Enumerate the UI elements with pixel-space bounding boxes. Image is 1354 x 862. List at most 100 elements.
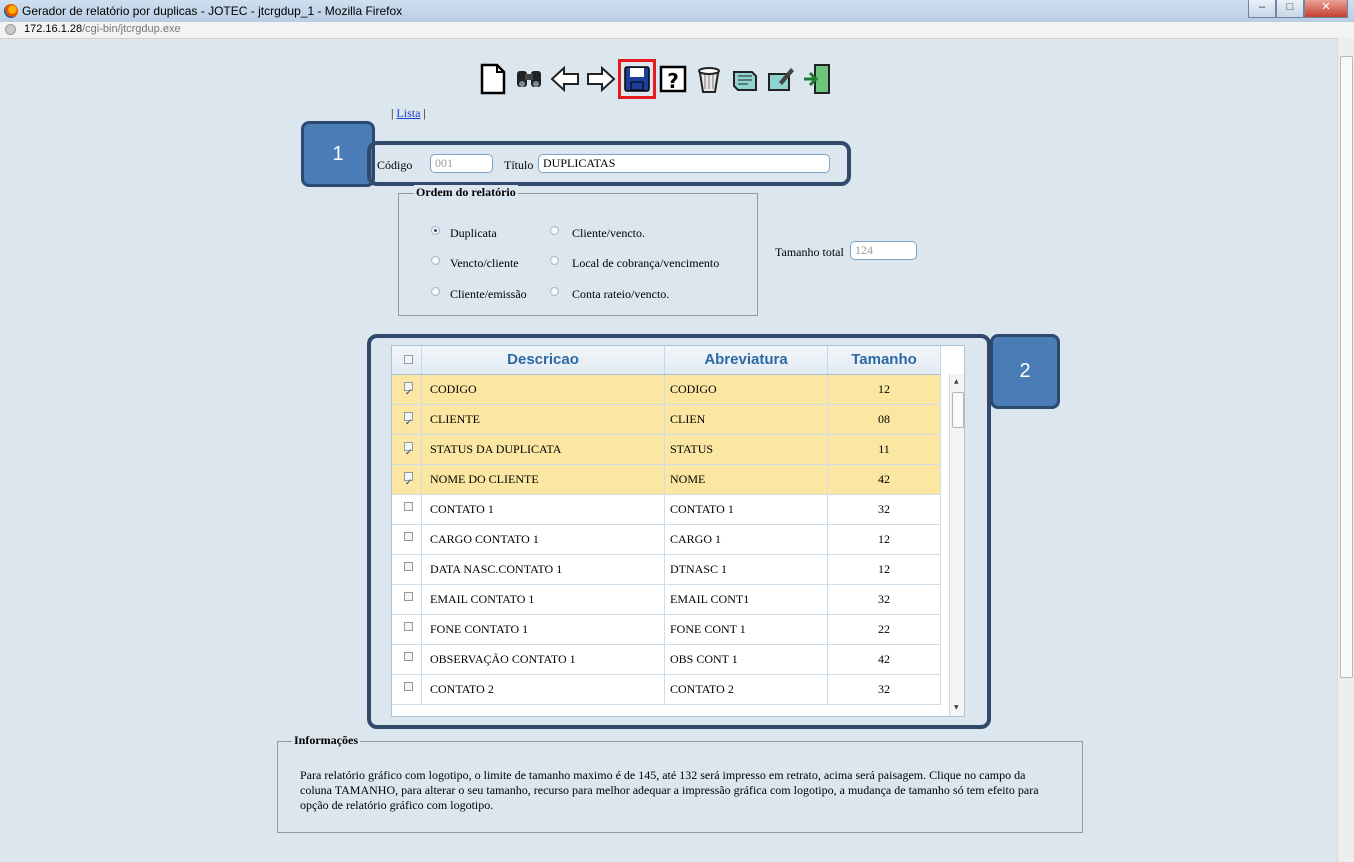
page-scrollbar[interactable] (1337, 38, 1354, 862)
table-row[interactable]: OBSERVAÇÃO CONTATO 1 OBS CONT 1 42 (392, 645, 941, 675)
cell-descricao: CONTATO 2 (422, 675, 665, 704)
row-checkbox[interactable] (404, 379, 413, 404)
table-row[interactable]: DATA NASC.CONTATO 1 DTNASC 1 12 (392, 555, 941, 585)
notes-icon[interactable] (729, 62, 761, 96)
url-host: 172.16.1.28 (24, 23, 83, 35)
save-icon[interactable] (618, 59, 656, 99)
address-bar[interactable]: 172.16.1.28/cgi-bin/jtcrgdup.exe (0, 22, 1354, 39)
cell-tamanho[interactable]: 32 (828, 495, 941, 524)
row-checkbox-cell (392, 525, 422, 554)
close-button[interactable]: ✕ (1304, 0, 1348, 18)
row-checkbox[interactable] (404, 682, 413, 691)
cell-tamanho[interactable]: 22 (828, 615, 941, 644)
table-row[interactable]: CLIENTECLIEN08 (392, 405, 941, 435)
radio-vencto-cliente-label: Vencto/cliente (450, 256, 519, 270)
table-row[interactable]: CARGO CONTATO 1 CARGO 1 12 (392, 525, 941, 555)
row-checkbox-cell (392, 585, 422, 614)
nav-separator: | (423, 106, 426, 120)
header-abreviatura[interactable]: Abreviatura (665, 346, 828, 374)
minimize-button[interactable]: – (1248, 0, 1276, 18)
row-checkbox[interactable] (404, 469, 413, 494)
cell-tamanho[interactable]: 11 (828, 435, 941, 464)
row-checkbox[interactable] (404, 562, 413, 571)
cell-abreviatura: CONTATO 2 (665, 675, 828, 704)
window-titlebar: Gerador de relatório por duplicas - JOTE… (0, 0, 1354, 23)
select-all-checkbox[interactable] (404, 355, 413, 364)
search-icon[interactable] (513, 62, 545, 96)
scroll-down-icon[interactable]: ▼ (954, 704, 959, 711)
cell-descricao: OBSERVAÇÃO CONTATO 1 (422, 645, 665, 674)
radio-cliente-vencto[interactable] (550, 226, 559, 235)
callout-1: 1 (301, 121, 375, 187)
radio-local-cobranca-label: Local de cobrança/vencimento (572, 256, 720, 270)
table-row[interactable]: STATUS DA DUPLICATASTATUS11 (392, 435, 941, 465)
table-row[interactable]: CONTATO 2 CONTATO 2 32 (392, 675, 941, 705)
cell-abreviatura: FONE CONT 1 (665, 615, 828, 644)
cell-tamanho[interactable]: 12 (828, 525, 941, 554)
forward-icon[interactable] (585, 62, 617, 96)
ordem-legend: Ordem do relatório (414, 185, 518, 200)
cell-abreviatura: OBS CONT 1 (665, 645, 828, 674)
radio-conta-rateio[interactable] (550, 287, 559, 296)
row-checkbox[interactable] (404, 592, 413, 601)
row-checkbox[interactable] (404, 532, 413, 541)
radio-conta-rateio-label: Conta rateio/vencto. (572, 287, 670, 301)
row-checkbox[interactable] (404, 409, 413, 434)
cell-tamanho[interactable]: 08 (828, 405, 941, 434)
page-scrollbar-thumb[interactable] (1340, 56, 1353, 678)
cell-tamanho[interactable]: 32 (828, 675, 941, 704)
fields-grid: Descricao Abreviatura Tamanho CODIGOCODI… (391, 345, 965, 717)
new-icon[interactable] (477, 62, 509, 96)
info-fieldset: Informações Para relatório gráfico com l… (277, 733, 1083, 833)
tamanho-total-field[interactable] (850, 241, 917, 260)
window-controls: – □ ✕ (1248, 0, 1348, 18)
radio-local-cobranca[interactable] (550, 256, 559, 265)
row-checkbox[interactable] (404, 502, 413, 511)
table-row[interactable]: CONTATO 1 CONTATO 1 32 (392, 495, 941, 525)
exit-icon[interactable] (801, 62, 833, 96)
nav-separator: | (391, 106, 394, 120)
cell-abreviatura: CARGO 1 (665, 525, 828, 554)
scroll-up-icon[interactable]: ▲ (954, 378, 959, 385)
table-row[interactable]: NOME DO CLIENTENOME42 (392, 465, 941, 495)
row-checkbox[interactable] (404, 652, 413, 661)
cell-tamanho[interactable]: 32 (828, 585, 941, 614)
cell-tamanho[interactable]: 42 (828, 465, 941, 494)
radio-duplicata-label: Duplicata (450, 226, 497, 240)
edit-icon[interactable] (765, 62, 797, 96)
info-text: Para relatório gráfico com logotipo, o l… (300, 768, 1039, 812)
table-row[interactable]: FONE CONTATO 1 FONE CONT 1 22 (392, 615, 941, 645)
globe-icon (5, 24, 16, 35)
row-checkbox[interactable] (404, 439, 413, 464)
svg-text:?: ? (667, 69, 679, 93)
lista-link[interactable]: Lista (396, 106, 420, 120)
cell-descricao: CARGO CONTATO 1 (422, 525, 665, 554)
radio-vencto-cliente[interactable] (431, 256, 440, 265)
radio-cliente-emissao[interactable] (431, 287, 440, 296)
codigo-field[interactable] (430, 154, 493, 173)
radio-duplicata[interactable] (431, 226, 440, 235)
delete-icon[interactable] (693, 62, 725, 96)
tamanho-total-label: Tamanho total (775, 245, 844, 259)
firefox-icon (4, 4, 18, 18)
grid-scrollbar-thumb[interactable] (952, 392, 964, 428)
radio-cliente-vencto-label: Cliente/vencto. (572, 226, 645, 240)
cell-tamanho[interactable]: 12 (828, 375, 941, 404)
header-tamanho[interactable]: Tamanho (828, 346, 941, 374)
table-row[interactable]: EMAIL CONTATO 1 EMAIL CONT1 32 (392, 585, 941, 615)
row-checkbox-cell (392, 465, 422, 494)
cell-abreviatura: CONTATO 1 (665, 495, 828, 524)
maximize-button[interactable]: □ (1276, 0, 1304, 18)
header-descricao[interactable]: Descricao (422, 346, 665, 374)
help-icon[interactable]: ? (657, 62, 689, 96)
header-select-all[interactable] (392, 346, 422, 374)
back-icon[interactable] (549, 62, 581, 96)
cell-tamanho[interactable]: 42 (828, 645, 941, 674)
cell-descricao: DATA NASC.CONTATO 1 (422, 555, 665, 584)
titulo-field[interactable] (538, 154, 830, 173)
grid-scrollbar[interactable]: ▲ ▼ (949, 374, 964, 716)
row-checkbox-cell (392, 435, 422, 464)
row-checkbox[interactable] (404, 622, 413, 631)
cell-tamanho[interactable]: 12 (828, 555, 941, 584)
table-row[interactable]: CODIGOCODIGO12 (392, 375, 941, 405)
